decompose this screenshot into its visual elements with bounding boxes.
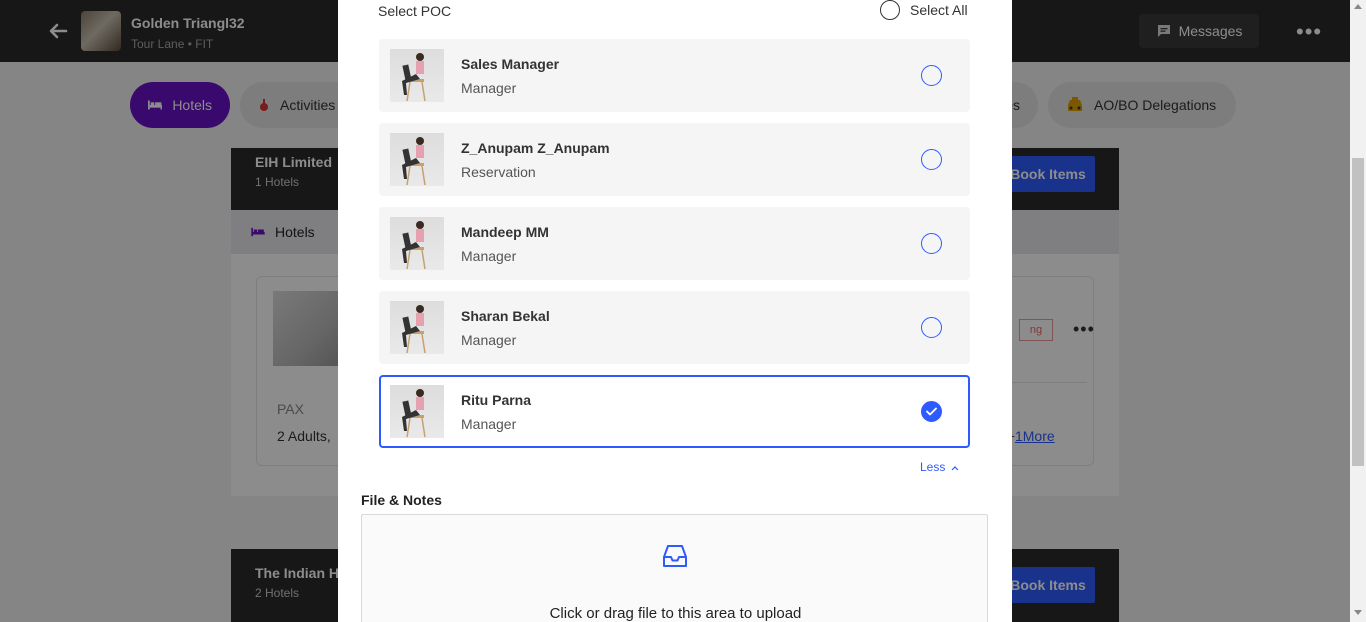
avatar <box>390 385 444 438</box>
poc-radio[interactable] <box>921 65 942 86</box>
scroll-up-arrow-icon[interactable] <box>1354 4 1362 9</box>
person-chair-image <box>402 53 426 102</box>
poc-role: Manager <box>461 248 517 264</box>
poc-role: Manager <box>461 332 517 348</box>
poc-radio-checked[interactable] <box>921 401 942 422</box>
poc-role: Manager <box>461 80 517 96</box>
scroll-down-arrow-icon[interactable] <box>1354 610 1362 615</box>
select-all-label: Select All <box>910 2 968 18</box>
select-poc-label: Select POC <box>378 3 452 19</box>
scroll-thumb[interactable] <box>1352 158 1364 466</box>
poc-name: Sharan Bekal <box>461 308 550 324</box>
select-all-option[interactable]: Select All <box>880 0 968 20</box>
poc-modal: Select POC Select All Sales Manager Mana… <box>338 0 1012 622</box>
poc-role: Reservation <box>461 164 536 180</box>
poc-name: Mandeep MM <box>461 224 549 240</box>
poc-option[interactable]: Z_Anupam Z_Anupam Reservation <box>379 123 970 196</box>
poc-option-selected[interactable]: Ritu Parna Manager <box>379 375 970 448</box>
poc-radio[interactable] <box>921 149 942 170</box>
poc-radio[interactable] <box>921 317 942 338</box>
poc-option[interactable]: Sharan Bekal Manager <box>379 291 970 364</box>
person-chair-image <box>402 221 426 270</box>
person-chair-image <box>402 389 426 438</box>
checkmark-icon <box>926 407 937 416</box>
avatar <box>390 49 444 102</box>
chevron-up-icon <box>951 466 959 471</box>
inbox-icon <box>663 545 687 567</box>
file-upload-dropzone[interactable]: Click or drag file to this area to uploa… <box>361 514 988 622</box>
select-all-radio[interactable] <box>880 0 900 20</box>
poc-name: Ritu Parna <box>461 392 532 408</box>
poc-option[interactable]: Mandeep MM Manager <box>379 207 970 280</box>
avatar <box>390 217 444 270</box>
person-chair-image <box>402 305 426 354</box>
poc-option[interactable]: Sales Manager Manager <box>379 39 970 112</box>
poc-role: Manager <box>461 416 517 432</box>
person-chair-image <box>402 137 426 186</box>
show-less-link[interactable]: Less <box>920 460 959 474</box>
poc-radio[interactable] <box>921 233 942 254</box>
poc-name: Z_Anupam Z_Anupam <box>461 140 610 156</box>
page-scrollbar[interactable] <box>1350 0 1366 622</box>
avatar <box>390 133 444 186</box>
upload-instruction: Click or drag file to this area to uploa… <box>549 605 802 622</box>
avatar <box>390 301 444 354</box>
file-notes-title: File & Notes <box>361 492 442 508</box>
poc-name: Sales Manager <box>461 56 560 72</box>
